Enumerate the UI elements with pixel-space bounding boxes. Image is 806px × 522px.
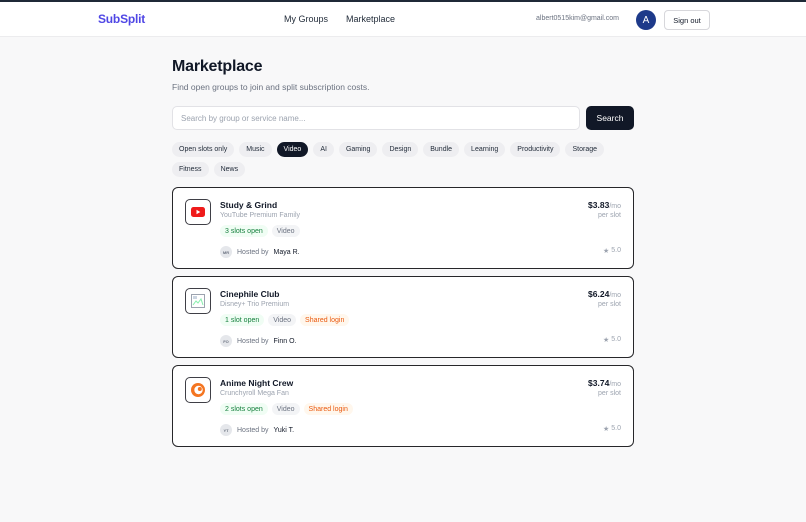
crunchyroll-icon (185, 377, 211, 403)
youtube-icon (185, 199, 211, 225)
price-unit: /mo (609, 203, 621, 210)
broken-image-icon (185, 288, 211, 314)
group-list: Study & Grind YouTube Premium Family 3 s… (172, 187, 634, 447)
filter-fitness[interactable]: Fitness (172, 162, 209, 177)
group-card[interactable]: Study & Grind YouTube Premium Family 3 s… (172, 187, 634, 269)
rating-value: 5.0 (611, 425, 621, 432)
filter-chips: Open slots only Music Video AI Gaming De… (172, 142, 612, 177)
price: $3.83/mo (588, 200, 621, 210)
price-amount: $3.83 (588, 200, 610, 210)
host-avatar: YT (220, 424, 232, 436)
avatar[interactable]: A (636, 10, 656, 30)
slots-badge: 2 slots open (220, 403, 268, 415)
star-icon: ★ (602, 337, 610, 344)
top-navbar: SubSplit My Groups Marketplace albert051… (0, 2, 806, 37)
filter-learning[interactable]: Learning (464, 142, 506, 157)
slots-badge: 3 slots open (220, 225, 268, 237)
search-button[interactable]: Search (586, 106, 634, 130)
slots-badge: 1 slot open (220, 314, 265, 326)
service-name: Crunchyroll Mega Fan (220, 390, 289, 397)
price-unit: /mo (609, 381, 621, 388)
filter-video[interactable]: Video (276, 142, 309, 157)
filter-ai[interactable]: AI (313, 142, 334, 157)
group-card[interactable]: Anime Night Crew Crunchyroll Mega Fan 2 … (172, 365, 634, 447)
search-input[interactable] (172, 106, 580, 130)
group-tags: 3 slots open Video (220, 225, 300, 237)
main-nav: My Groups Marketplace (284, 14, 395, 24)
host-prefix: Hosted by (237, 426, 269, 434)
per-slot-label: per slot (598, 301, 621, 308)
group-name: Anime Night Crew (220, 378, 294, 388)
star-icon: ★ (602, 426, 610, 433)
shared-login-badge: Shared login (300, 314, 350, 326)
search-row: Search (172, 106, 634, 130)
price-amount: $3.74 (588, 378, 610, 388)
per-slot-label: per slot (598, 212, 621, 219)
service-name: Disney+ Trio Premium (220, 301, 290, 308)
group-tags: 1 slot open Video Shared login (220, 314, 350, 326)
shared-login-badge: Shared login (303, 403, 353, 415)
filter-storage[interactable]: Storage (565, 142, 605, 157)
category-badge: Video (271, 225, 300, 237)
host-avatar: FO (220, 335, 232, 347)
filter-news[interactable]: News (213, 162, 246, 177)
price-amount: $6.24 (588, 289, 610, 299)
category-badge: Video (268, 314, 297, 326)
host-prefix: Hosted by (237, 248, 269, 256)
group-name: Cinephile Club (220, 289, 280, 299)
filter-productivity[interactable]: Productivity (510, 142, 561, 157)
page-subtitle: Find open groups to join and split subsc… (172, 82, 370, 92)
filter-music[interactable]: Music (239, 142, 272, 157)
rating-value: 5.0 (611, 336, 621, 343)
host-info: MR Hosted by Maya R. (220, 246, 300, 258)
star-icon: ★ (602, 248, 610, 255)
user-email: albert0515kim@gmail.com (536, 15, 619, 22)
group-tags: 2 slots open Video Shared login (220, 403, 353, 415)
host-prefix: Hosted by (237, 337, 269, 345)
filter-open-slots-only[interactable]: Open slots only (172, 142, 235, 157)
price: $3.74/mo (588, 378, 621, 388)
host-name: Finn O. (273, 337, 297, 345)
host-info: YT Hosted by Yuki T. (220, 424, 294, 436)
price-unit: /mo (609, 292, 621, 299)
marketplace-main: Marketplace Find open groups to join and… (172, 58, 634, 447)
host-name: Maya R. (273, 248, 300, 256)
category-badge: Video (271, 403, 300, 415)
rating: ★ 5.0 (603, 425, 621, 433)
host-name: Yuki T. (273, 426, 295, 434)
service-name: YouTube Premium Family (220, 212, 301, 219)
per-slot-label: per slot (598, 390, 621, 397)
filter-bundle[interactable]: Bundle (423, 142, 460, 157)
nav-my-groups[interactable]: My Groups (284, 14, 328, 24)
sign-out-button[interactable]: Sign out (664, 10, 710, 30)
group-card[interactable]: Cinephile Club Disney+ Trio Premium 1 sl… (172, 276, 634, 358)
host-avatar: MR (220, 246, 232, 258)
group-name: Study & Grind (220, 200, 278, 210)
logo[interactable]: SubSplit (98, 12, 145, 26)
rating: ★ 5.0 (603, 336, 621, 344)
page-title: Marketplace (172, 58, 263, 75)
rating: ★ 5.0 (603, 247, 621, 255)
filter-gaming[interactable]: Gaming (338, 142, 378, 157)
host-info: FO Hosted by Finn O. (220, 335, 296, 347)
rating-value: 5.0 (611, 247, 621, 254)
price: $6.24/mo (588, 289, 621, 299)
nav-marketplace[interactable]: Marketplace (346, 14, 395, 24)
filter-design[interactable]: Design (382, 142, 419, 157)
